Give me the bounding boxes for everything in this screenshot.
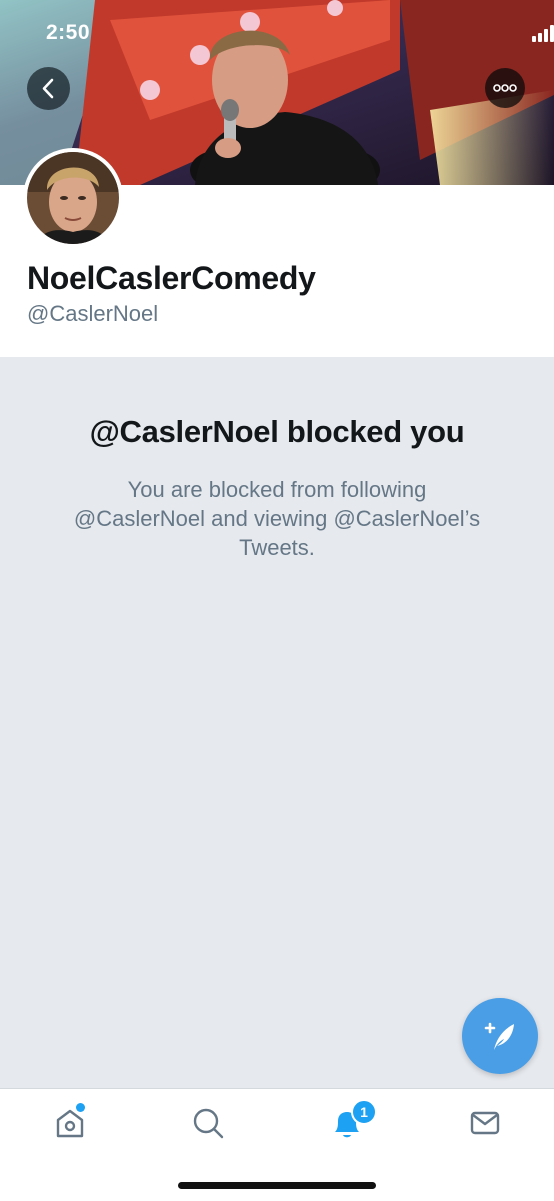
search-icon xyxy=(193,1108,224,1139)
avatar[interactable] xyxy=(23,148,123,248)
status-time: 2:50 xyxy=(46,21,91,44)
blocked-title: @CaslerNoel blocked you xyxy=(89,414,465,449)
notifications-badge: 1 xyxy=(351,1099,377,1125)
avatar-photo xyxy=(27,152,119,244)
more-options-button[interactable] xyxy=(485,68,525,108)
profile-display-name: NoelCaslerComedy xyxy=(27,260,316,296)
tab-messages[interactable] xyxy=(465,1103,505,1143)
signal-wifi-battery-icon xyxy=(532,25,554,42)
mail-icon xyxy=(470,1111,500,1135)
compose-feather-icon xyxy=(484,1022,514,1050)
tab-search[interactable] xyxy=(188,1103,228,1143)
more-icon xyxy=(493,84,517,92)
home-unread-dot xyxy=(76,1103,85,1112)
profile-handle: @CaslerNoel xyxy=(27,301,159,326)
chevron-left-icon xyxy=(42,78,54,99)
tab-notifications[interactable]: 1 xyxy=(327,1099,377,1143)
status-bar: 2:50 xyxy=(0,0,554,60)
compose-tweet-button[interactable] xyxy=(462,998,538,1074)
blocked-message: You are blocked from following @CaslerNo… xyxy=(73,477,481,560)
back-button[interactable] xyxy=(27,67,70,110)
tab-home[interactable] xyxy=(50,1103,90,1143)
home-indicator[interactable] xyxy=(178,1182,376,1189)
